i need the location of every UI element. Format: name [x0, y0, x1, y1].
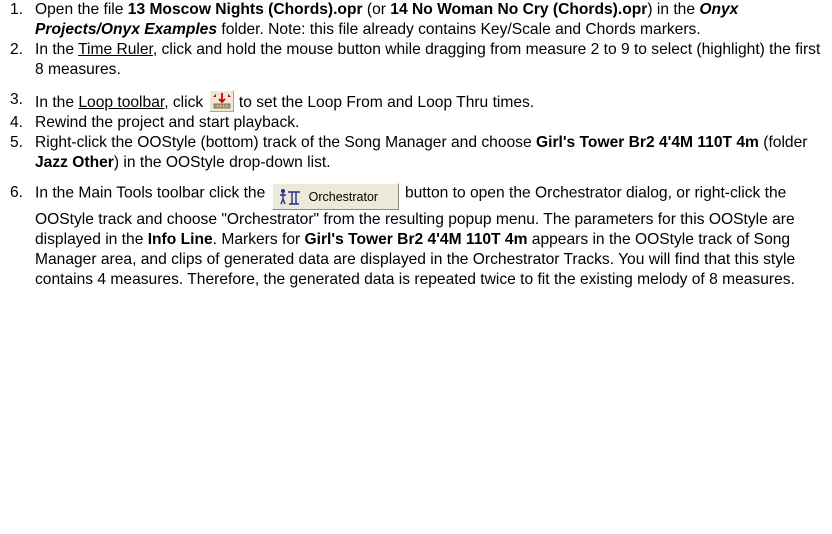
step-3: 3. In the Loop toolbar, click to set the…: [0, 90, 832, 113]
step-number: 5.: [10, 134, 24, 151]
step-number: 2.: [10, 41, 24, 58]
step-6: 6. In the Main Tools toolbar click the O…: [0, 183, 832, 290]
info-line-label: Info Line: [147, 231, 213, 248]
step-number: 4.: [10, 114, 24, 131]
steps-list: 1. Open the file 13 Moscow Nights (Chord…: [0, 0, 832, 290]
step-text: Right-click the OOStyle (bottom) track o…: [35, 134, 536, 151]
step-text: to set the Loop From and Loop Thru times…: [234, 94, 535, 111]
step-text: In the: [35, 41, 79, 58]
step-text: . Markers for: [212, 231, 305, 248]
step-number: 6.: [10, 184, 24, 201]
step-2: 2. In the Time Ruler, click and hold the…: [0, 40, 832, 80]
orchestrator-button-label: Orchestrator: [308, 189, 379, 204]
instructions-document: 1. Open the file 13 Moscow Nights (Chord…: [0, 0, 832, 534]
file-name: 13 Moscow Nights (Chords).opr: [127, 1, 363, 18]
step-text: In the: [35, 94, 79, 111]
orchestrator-icon: [279, 188, 300, 205]
step-text: Rewind the project and start playback.: [35, 114, 300, 131]
step-number: 1.: [10, 1, 24, 18]
step-4: 4. Rewind the project and start playback…: [0, 113, 832, 133]
step-text: (folder: [758, 134, 808, 151]
step-text: , click and hold the mouse button while …: [35, 41, 821, 78]
style-name: Girl's Tower Br2 4'4M 110T 4m: [535, 134, 759, 151]
step-text: (or: [362, 1, 391, 18]
time-ruler-link[interactable]: Time Ruler: [78, 41, 153, 58]
step-text: ) in the OOStyle drop-down list.: [113, 154, 331, 171]
orchestrator-button[interactable]: Orchestrator: [271, 183, 399, 210]
step-text: , click: [164, 94, 208, 111]
folder-name: Jazz Other: [35, 154, 114, 171]
step-text: ) in the: [647, 1, 700, 18]
step-text: folder. Note: this file already contains…: [217, 21, 701, 38]
step-text: Open the file: [35, 1, 128, 18]
step-5: 5. Right-click the OOStyle (bottom) trac…: [0, 133, 832, 173]
step-1: 1. Open the file 13 Moscow Nights (Chord…: [0, 0, 832, 40]
style-name: Girl's Tower Br2 4'4M 110T 4m: [304, 231, 528, 248]
loop-set-icon[interactable]: [208, 90, 234, 112]
loop-toolbar-link[interactable]: Loop toolbar: [78, 94, 164, 111]
step-text: In the Main Tools toolbar click the: [35, 184, 270, 202]
step-number: 3.: [10, 91, 24, 108]
file-name: 14 No Woman No Cry (Chords).opr: [390, 1, 648, 18]
